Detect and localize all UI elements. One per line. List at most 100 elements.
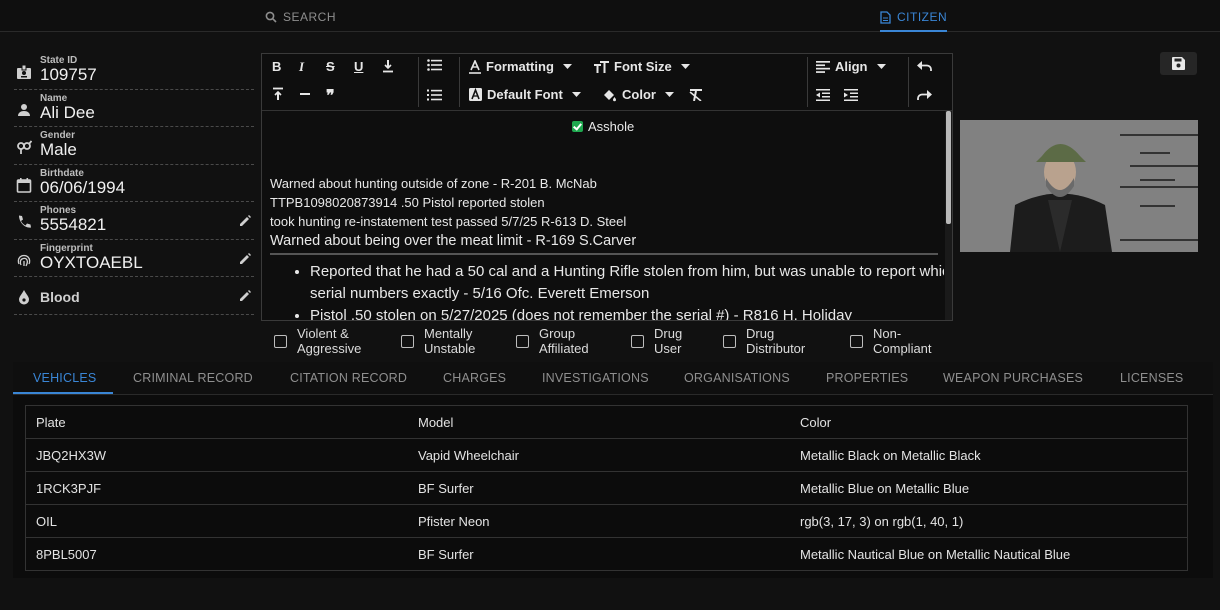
- note-line: Warned about being over the meat limit -…: [270, 233, 637, 249]
- flag-checkbox[interactable]: [401, 334, 414, 348]
- toolbar-divider: [418, 57, 419, 107]
- font-size-icon: [594, 60, 609, 73]
- state-id-value: 109757: [40, 65, 97, 84]
- search-icon: [265, 11, 277, 23]
- editor-scrollbar[interactable]: [945, 111, 952, 320]
- table-row[interactable]: 8PBL5007 BF Surfer Metallic Nautical Blu…: [25, 537, 1188, 571]
- blood-field: Blood: [14, 277, 254, 315]
- flag-checkbox[interactable]: [631, 334, 644, 348]
- tab-weapon-purchases[interactable]: WEAPON PURCHASES: [943, 371, 1083, 385]
- calendar-icon: [16, 177, 32, 193]
- toolbar-divider: [459, 57, 460, 107]
- tab-charges[interactable]: CHARGES: [443, 371, 506, 385]
- search-tab[interactable]: SEARCH: [265, 10, 336, 24]
- bullet-list-icon[interactable]: [427, 59, 442, 71]
- undo-icon[interactable]: [917, 61, 932, 72]
- blockquote-icon[interactable]: ❞: [326, 86, 335, 106]
- flag-label: Non-Compliant: [873, 326, 932, 356]
- document-icon: [880, 10, 891, 24]
- chevron-down-icon: [664, 91, 674, 97]
- name-value: Ali Dee: [40, 102, 95, 122]
- flag-drug-distributor[interactable]: Drug Distributor: [723, 326, 826, 356]
- flag-checkbox[interactable]: [516, 334, 529, 348]
- text-format-icon: [469, 59, 481, 74]
- flag-group-affiliated[interactable]: Group Affiliated: [516, 326, 603, 356]
- note-line: Warned about hunting outside of zone - R…: [270, 176, 597, 191]
- name-field: Name Ali Dee: [14, 90, 254, 127]
- mugshot-illustration: [960, 120, 1198, 252]
- citizen-tab[interactable]: CITIZEN: [880, 10, 948, 32]
- tab-criminal-record[interactable]: CRIMINAL RECORD: [133, 371, 253, 385]
- tab-citation-record[interactable]: CITATION RECORD: [290, 371, 407, 385]
- underline-icon[interactable]: U: [354, 59, 363, 74]
- paint-bucket-icon: [604, 89, 616, 101]
- edit-phones-pencil-icon[interactable]: [238, 214, 252, 228]
- color-dropdown[interactable]: Color: [602, 87, 674, 102]
- tab-properties[interactable]: PROPERTIES: [826, 371, 908, 385]
- redo-icon[interactable]: [917, 90, 932, 101]
- checked-task-item[interactable]: Asshole: [572, 119, 634, 134]
- state-id-field: State ID 109757: [14, 52, 254, 90]
- font-family-dropdown[interactable]: Default Font: [469, 87, 581, 102]
- flag-mentally-unstable[interactable]: Mentally Unstable: [401, 326, 488, 356]
- formatting-dropdown[interactable]: Formatting: [469, 59, 572, 74]
- column-header-model[interactable]: Model: [408, 405, 790, 439]
- vehicle-color: Metallic Nautical Blue on Metallic Nauti…: [790, 537, 1188, 571]
- horizontal-rule-icon[interactable]: [299, 87, 311, 101]
- edit-fingerprint-pencil-icon[interactable]: [238, 252, 252, 266]
- gender-value: Male: [40, 140, 77, 159]
- blood-drop-icon: [19, 290, 29, 305]
- citizen-mugshot-photo: [960, 120, 1198, 252]
- tab-vehicles[interactable]: VEHICLES: [33, 371, 96, 385]
- clear-formatting-icon[interactable]: [689, 89, 703, 101]
- note-line: TTPB1098020873914 .50 Pistol reported st…: [270, 195, 545, 210]
- chevron-down-icon: [680, 63, 690, 69]
- note-bullet-item: Pistol .50 stolen on 5/27/2025 (does not…: [310, 305, 944, 320]
- italic-icon[interactable]: I: [299, 59, 304, 75]
- chevron-down-icon: [571, 91, 581, 97]
- font-size-dropdown[interactable]: Font Size: [594, 59, 690, 74]
- vehicle-color: Metallic Blue on Metallic Blue: [790, 471, 1188, 505]
- edit-blood-pencil-icon[interactable]: [238, 289, 252, 303]
- strikethrough-icon[interactable]: S: [326, 59, 335, 74]
- table-row[interactable]: OIL Pfister Neon rgb(3, 17, 3) on rgb(1,…: [25, 504, 1188, 538]
- tab-licenses[interactable]: LICENSES: [1120, 371, 1183, 385]
- flag-non-compliant[interactable]: Non-Compliant: [850, 326, 943, 356]
- flag-checkbox[interactable]: [723, 334, 736, 348]
- blood-label: Blood: [40, 289, 80, 305]
- bold-icon[interactable]: B: [272, 59, 281, 74]
- flag-drug-user[interactable]: Drug User: [631, 326, 694, 356]
- editor-scrollbar-thumb[interactable]: [946, 111, 951, 224]
- outdent-icon[interactable]: [816, 89, 830, 101]
- floppy-disk-icon: [1172, 57, 1185, 70]
- column-header-plate[interactable]: Plate: [25, 405, 408, 439]
- flag-violent-aggressive[interactable]: Violent & Aggressive: [274, 326, 377, 356]
- fingerprint-icon: [17, 254, 31, 266]
- subscript-icon[interactable]: [382, 59, 394, 73]
- gender-icon: [17, 140, 32, 154]
- citizen-tab-label: CITIZEN: [897, 10, 948, 24]
- flag-label: Drug User: [654, 326, 683, 356]
- indent-icon[interactable]: [844, 89, 858, 101]
- superscript-icon[interactable]: [272, 87, 284, 101]
- task-checkbox-checked[interactable]: [572, 121, 583, 132]
- tab-organisations[interactable]: ORGANISATIONS: [684, 371, 790, 385]
- numbered-list-icon[interactable]: [427, 89, 442, 101]
- chevron-down-icon: [876, 63, 886, 69]
- id-badge-icon: [17, 64, 31, 79]
- column-header-color[interactable]: Color: [790, 405, 1188, 439]
- save-button[interactable]: [1160, 52, 1197, 75]
- note-divider: [270, 253, 938, 255]
- flag-checkbox[interactable]: [274, 334, 287, 348]
- vehicle-model: Vapid Wheelchair: [408, 438, 790, 472]
- editor-content[interactable]: Asshole Warned about hunting outside of …: [262, 111, 944, 320]
- note-bullet-item: Reported that he had a 50 cal and a Hunt…: [310, 261, 944, 305]
- table-row[interactable]: 1RCK3PJF BF Surfer Metallic Blue on Meta…: [25, 471, 1188, 505]
- vehicle-model: BF Surfer: [408, 537, 790, 571]
- flag-checkbox[interactable]: [850, 334, 863, 348]
- table-row[interactable]: JBQ2HX3W Vapid Wheelchair Metallic Black…: [25, 438, 1188, 472]
- note-bullet-list: Reported that he had a 50 cal and a Hunt…: [290, 261, 944, 320]
- align-dropdown[interactable]: Align: [816, 59, 886, 74]
- search-tab-label: SEARCH: [283, 10, 337, 24]
- tab-investigations[interactable]: INVESTIGATIONS: [542, 371, 649, 385]
